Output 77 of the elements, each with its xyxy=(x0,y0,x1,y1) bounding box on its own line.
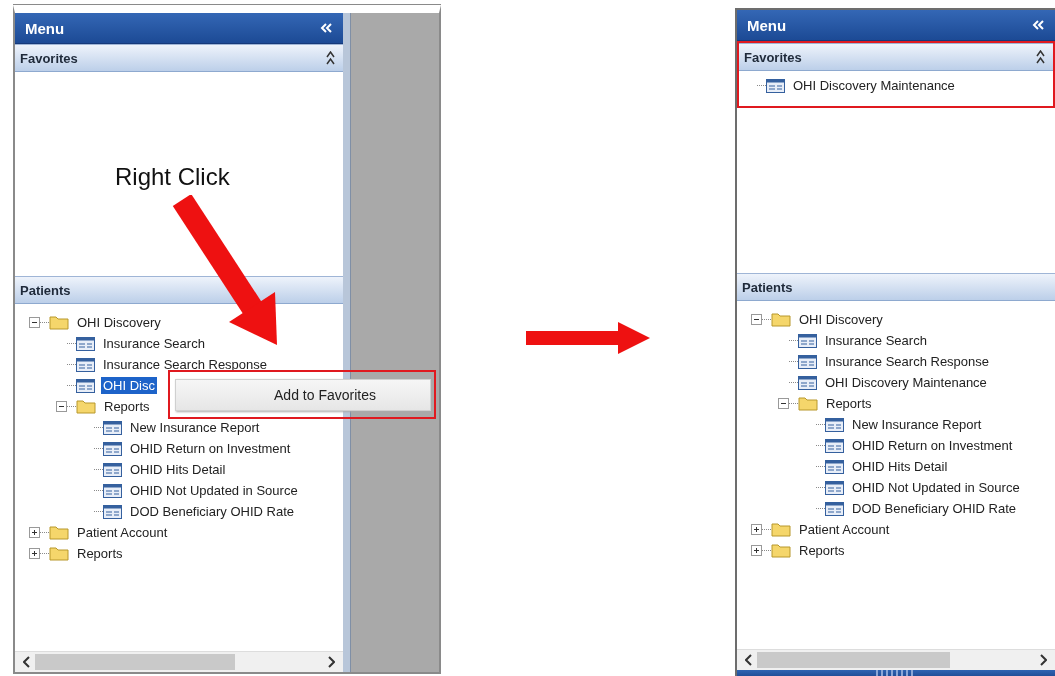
menu-title: Menu xyxy=(747,16,787,34)
tree-item[interactable]: Reports xyxy=(797,542,847,559)
tree-item[interactable]: OHID Hits Detail xyxy=(128,461,228,478)
tree-item[interactable]: Reports xyxy=(102,398,152,415)
scroll-left-icon[interactable] xyxy=(23,656,31,668)
expand-toggle-icon[interactable] xyxy=(778,398,789,409)
expand-toggle-icon[interactable] xyxy=(751,524,762,535)
tree-item[interactable]: DOD Beneficiary OHID Rate xyxy=(850,500,1018,517)
tree-item[interactable]: OHID Hits Detail xyxy=(850,458,950,475)
context-menu-item[interactable]: Add to Favorites xyxy=(175,378,431,411)
grip-icon[interactable] xyxy=(876,670,916,676)
tree-item[interactable]: Insurance Search Response xyxy=(101,356,270,373)
tree-item[interactable]: OHI Disc xyxy=(101,377,157,394)
section-title[interactable]: Favorites xyxy=(20,50,78,66)
section-title[interactable]: Patients xyxy=(742,279,793,295)
expand-toggle-icon[interactable] xyxy=(29,527,40,538)
form-icon xyxy=(825,459,844,474)
form-icon xyxy=(798,375,817,390)
tree-item[interactable]: Insurance Search xyxy=(823,332,929,349)
tree-item[interactable]: OHID Not Updated in Source xyxy=(850,479,1022,496)
tree-item[interactable]: Reports xyxy=(824,395,874,412)
folder-icon xyxy=(49,546,69,561)
section-title[interactable]: Patients xyxy=(20,282,71,298)
form-icon xyxy=(825,480,844,495)
tree-item[interactable]: New Insurance Report xyxy=(850,416,984,433)
folder-icon xyxy=(771,543,791,558)
form-icon xyxy=(825,438,844,453)
double-up-icon[interactable] xyxy=(1036,50,1045,64)
folder-icon xyxy=(771,312,791,327)
tree-item[interactable]: DOD Beneficiary OHID Rate xyxy=(128,503,296,520)
form-icon xyxy=(766,78,785,93)
tree-item[interactable]: Insurance Search xyxy=(101,335,207,352)
menu-title: Menu xyxy=(25,19,65,37)
collapse-icon[interactable] xyxy=(1032,20,1045,30)
form-icon xyxy=(825,417,844,432)
tree-item[interactable]: OHI Discovery Maintenance xyxy=(823,374,989,391)
form-icon xyxy=(76,378,95,393)
scroll-right-icon[interactable] xyxy=(327,656,335,668)
scroll-right-icon[interactable] xyxy=(1039,654,1047,666)
form-icon xyxy=(76,357,95,372)
tree-item[interactable]: Insurance Search Response xyxy=(823,353,992,370)
expand-toggle-icon[interactable] xyxy=(751,314,762,325)
favorite-item[interactable]: OHI Discovery Maintenance xyxy=(791,77,957,94)
tree-item[interactable]: Patient Account xyxy=(75,524,170,541)
tree-item[interactable]: OHI Discovery xyxy=(797,311,885,328)
form-icon xyxy=(103,441,122,456)
collapse-icon[interactable] xyxy=(320,23,333,33)
expand-toggle-icon[interactable] xyxy=(29,548,40,559)
tree-item[interactable]: OHI Discovery xyxy=(75,314,163,331)
scroll-left-icon[interactable] xyxy=(745,654,753,666)
tree-item[interactable]: Patient Account xyxy=(797,521,892,538)
folder-icon xyxy=(49,525,69,540)
double-up-icon[interactable] xyxy=(326,51,335,65)
form-icon xyxy=(76,336,95,351)
tree-item[interactable]: OHID Return on Investment xyxy=(850,437,1015,454)
tree-item[interactable]: OHID Not Updated in Source xyxy=(128,482,300,499)
form-icon xyxy=(798,333,817,348)
annotation-text: Right Click xyxy=(115,163,230,191)
form-icon xyxy=(798,354,817,369)
section-title[interactable]: Favorites xyxy=(744,49,802,65)
tree-item[interactable]: OHID Return on Investment xyxy=(128,440,293,457)
expand-toggle-icon[interactable] xyxy=(56,401,67,412)
folder-icon xyxy=(76,399,96,414)
scrollbar-thumb[interactable] xyxy=(35,654,235,670)
expand-toggle-icon[interactable] xyxy=(751,545,762,556)
form-icon xyxy=(103,504,122,519)
folder-icon xyxy=(771,522,791,537)
scrollbar-thumb[interactable] xyxy=(757,652,951,668)
form-icon xyxy=(103,462,122,477)
form-icon xyxy=(825,501,844,516)
form-icon xyxy=(103,420,122,435)
form-icon xyxy=(103,483,122,498)
expand-toggle-icon[interactable] xyxy=(29,317,40,328)
folder-icon xyxy=(49,315,69,330)
folder-icon xyxy=(798,396,818,411)
tree-item[interactable]: New Insurance Report xyxy=(128,419,262,436)
tree-item[interactable]: Reports xyxy=(75,545,125,562)
